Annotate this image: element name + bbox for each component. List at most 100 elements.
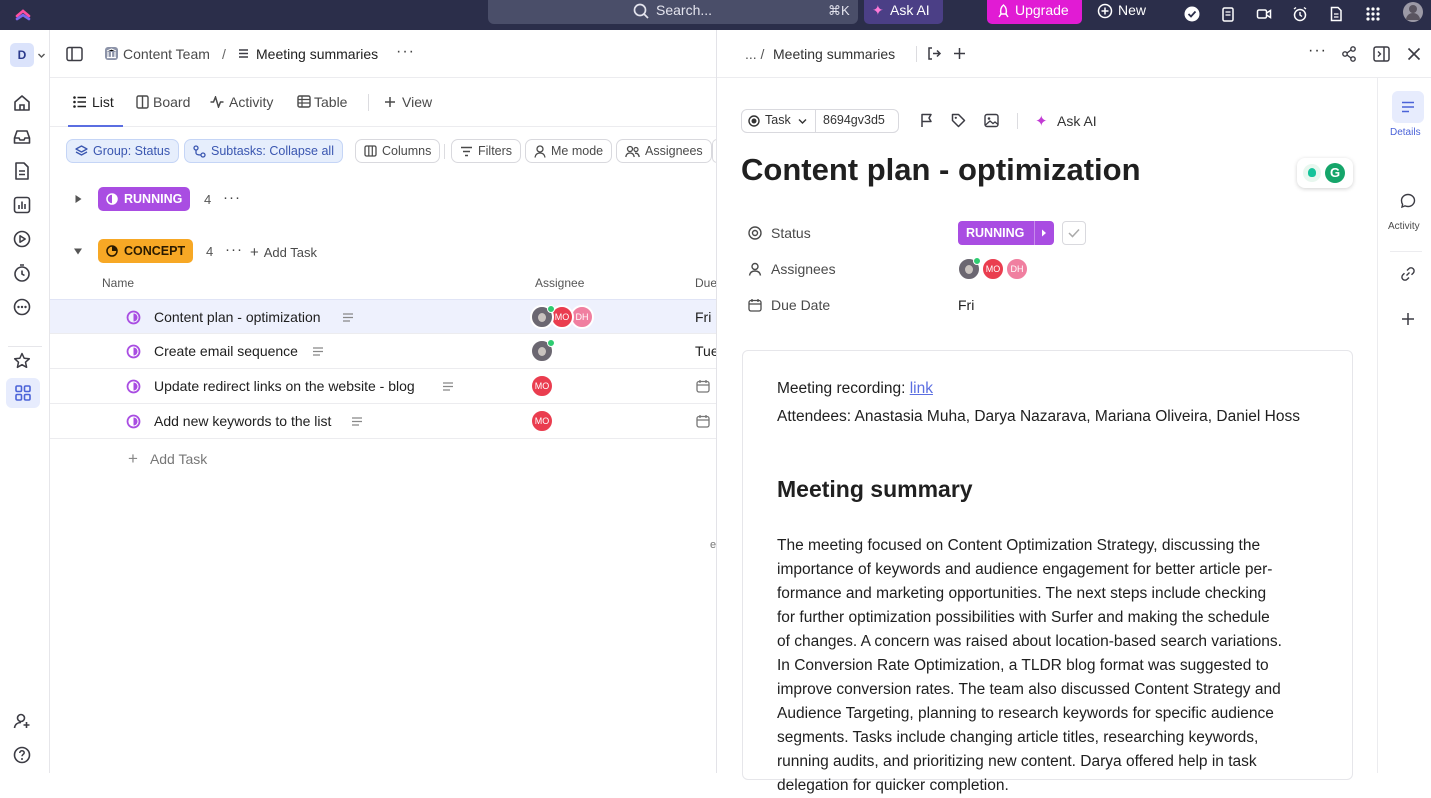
sidebar-toggle-icon[interactable] <box>66 46 83 62</box>
more-options-icon[interactable]: ··· <box>396 43 415 61</box>
spaces-nav-active[interactable] <box>6 378 40 408</box>
summary-line: formance and marketing opportunities. Th… <box>777 585 1267 602</box>
status-running-icon[interactable] <box>126 414 141 429</box>
task-title[interactable]: Content plan - optimization <box>154 309 321 325</box>
image-icon[interactable] <box>984 113 999 128</box>
column-header-due[interactable]: Due <box>695 276 717 290</box>
task-title[interactable]: Create email sequence <box>154 343 298 359</box>
group-running-count: 4 <box>204 192 212 207</box>
status-running-icon[interactable] <box>126 310 141 325</box>
assignees-button[interactable]: Assignees <box>616 139 712 163</box>
alarm-clock-icon[interactable] <box>1292 6 1308 22</box>
subtasks-button[interactable]: Subtasks: Collapse all <box>184 139 343 163</box>
check-circle-icon[interactable] <box>1184 6 1200 22</box>
tab-list[interactable]: List <box>68 78 123 127</box>
task-title-heading[interactable]: Content plan - optimization <box>741 152 1141 188</box>
columns-button[interactable]: Columns <box>355 139 441 163</box>
panel-breadcrumb-page[interactable]: Meeting summaries <box>773 46 895 62</box>
recording-link[interactable]: link <box>910 380 933 397</box>
more-icon[interactable] <box>11 296 33 318</box>
apps-grid-icon[interactable] <box>1365 6 1381 22</box>
status-dropdown[interactable]: RUNNING <box>958 221 1054 245</box>
link-icon[interactable] <box>1400 266 1416 282</box>
activity-comment-icon[interactable] <box>1400 193 1416 209</box>
plus-icon[interactable] <box>953 47 966 60</box>
add-task-row[interactable]: + Add Task <box>128 449 207 469</box>
breadcrumb-page[interactable]: Meeting summaries <box>256 46 378 62</box>
add-view-button[interactable]: View <box>384 78 439 127</box>
sidebar-panel-icon[interactable] <box>1373 46 1390 62</box>
tag-icon[interactable] <box>951 113 966 128</box>
move-task-icon[interactable] <box>927 46 942 61</box>
breadcrumb-space[interactable]: Content Team <box>123 46 210 62</box>
group-running-label: RUNNING <box>124 192 183 206</box>
task-type-dropdown[interactable]: Task <box>742 110 816 132</box>
panel-breadcrumb-prefix[interactable]: ... / <box>745 46 764 62</box>
group-running-badge[interactable]: RUNNING <box>98 187 191 211</box>
checkmark-icon <box>1068 228 1080 238</box>
caret-down-icon[interactable] <box>73 247 83 256</box>
column-header-name[interactable]: Name <box>102 276 134 290</box>
status-running-icon[interactable] <box>126 379 141 394</box>
avatar-mo[interactable]: MO <box>530 374 554 398</box>
status-running-icon[interactable] <box>126 344 141 359</box>
avatar-mo[interactable]: MO <box>530 409 554 433</box>
close-icon[interactable] <box>1407 47 1421 61</box>
help-icon[interactable] <box>11 744 33 766</box>
document-icon[interactable] <box>1328 6 1344 22</box>
task-id[interactable]: 8694gv3d5 <box>823 113 885 127</box>
priority-flag-icon[interactable] <box>920 113 934 128</box>
task-title[interactable]: Update redirect links on the website - b… <box>154 378 415 394</box>
notepad-icon[interactable] <box>1220 6 1236 22</box>
avatar-mo[interactable]: MO <box>981 257 1005 281</box>
global-search[interactable]: Search... ⌘K <box>488 0 858 24</box>
dashboards-icon[interactable] <box>11 194 33 216</box>
task-title[interactable]: Add new keywords to the list <box>154 413 331 429</box>
workspace-avatar[interactable]: D <box>10 43 34 67</box>
video-icon[interactable] <box>1256 6 1272 22</box>
timesheets-icon[interactable] <box>11 262 33 284</box>
summary-line: running audits, and prioritizing new con… <box>777 753 1257 770</box>
favorites-star-icon[interactable] <box>11 350 33 372</box>
docs-icon[interactable] <box>11 160 33 182</box>
inbox-icon[interactable] <box>11 126 33 148</box>
table-row[interactable]: Content plan - optimization MO DH Fri <box>50 299 717 334</box>
due-date-value[interactable]: Fri <box>958 297 974 313</box>
home-icon[interactable] <box>11 92 33 114</box>
clips-icon[interactable] <box>11 228 33 250</box>
column-header-assignee[interactable]: Assignee <box>535 276 584 290</box>
table-row[interactable]: Add new keywords to the list MO <box>50 404 717 439</box>
me-mode-button[interactable]: Me mode <box>525 139 613 163</box>
task-due[interactable]: Fri <box>695 309 711 325</box>
table-row[interactable]: Update redirect links on the website - b… <box>50 369 717 404</box>
group-by-button[interactable]: Group: Status <box>66 139 180 163</box>
add-tab-plus-icon[interactable] <box>1401 312 1415 326</box>
side-divider <box>1390 251 1422 252</box>
tab-details[interactable] <box>1392 91 1424 123</box>
tab-activity[interactable]: Activity <box>210 78 285 127</box>
chevron-down-icon[interactable] <box>37 51 46 60</box>
share-icon[interactable] <box>1341 46 1357 62</box>
calendar-icon[interactable] <box>696 414 710 428</box>
ask-ai-button[interactable]: ✦ Ask AI <box>864 0 943 24</box>
group-add-task-button[interactable]: + Add Task <box>250 244 317 261</box>
tab-board[interactable]: Board <box>136 78 201 127</box>
upgrade-button[interactable]: Upgrade <box>987 0 1082 24</box>
complete-checkbox[interactable] <box>1062 221 1086 245</box>
group-concept-more-icon[interactable]: ··· <box>225 241 243 258</box>
avatar-dh[interactable]: DH <box>1005 257 1029 281</box>
task-description[interactable]: Meeting recording: link Attendees: Anast… <box>742 350 1353 794</box>
group-concept-badge[interactable]: CONCEPT <box>98 239 194 263</box>
caret-right-icon[interactable] <box>74 194 83 204</box>
group-running-more-icon[interactable]: ··· <box>223 189 241 206</box>
user-avatar[interactable] <box>1403 2 1423 22</box>
app-logo-icon[interactable] <box>14 5 32 23</box>
filters-button[interactable]: Filters <box>451 139 522 163</box>
calendar-icon[interactable] <box>696 379 710 393</box>
panel-ask-ai-button[interactable]: ✦ Ask AI <box>1035 112 1105 132</box>
tab-table[interactable]: Table <box>297 78 357 127</box>
grammarly-widget[interactable]: G <box>1297 158 1353 188</box>
panel-more-icon[interactable]: ··· <box>1308 42 1327 60</box>
invite-user-icon[interactable] <box>11 710 33 732</box>
table-row[interactable]: Create email sequence Tue <box>50 334 719 369</box>
